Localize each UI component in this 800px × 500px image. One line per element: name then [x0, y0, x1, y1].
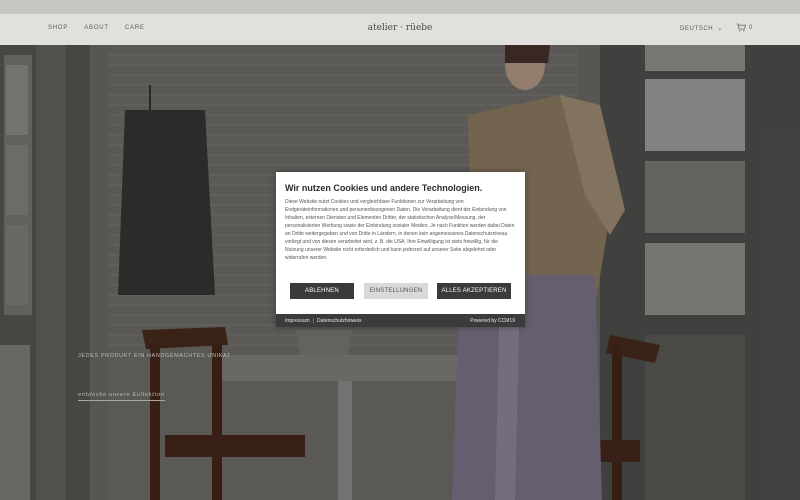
top-strip	[0, 0, 800, 14]
cart-icon	[736, 23, 746, 32]
collection-link[interactable]: entdecke unsere Kollektion	[78, 392, 165, 401]
language-label: DEUTSCH	[680, 26, 714, 32]
hero-tagline: JEDES PRODUKT EIN HANDGEMACHTES UNIKAT	[78, 353, 231, 359]
cookie-dialog-footer: Impressum | Datenschutzhinweis Powered by …	[276, 314, 525, 327]
cart-button[interactable]: 0	[736, 23, 752, 32]
decline-button[interactable]: ABLEHNEN	[290, 283, 354, 299]
settings-button[interactable]: EINSTELLUNGEN	[364, 283, 428, 299]
cookie-consent-dialog: Wir nutzen Cookies und andere Technologi…	[276, 172, 525, 327]
powered-by[interactable]: Powered by CCM19	[470, 318, 515, 324]
cookie-dialog-text: Diese Website nutzt Cookies und vergleic…	[285, 199, 515, 261]
accept-all-button[interactable]: ALLES AKZEPTIEREN	[437, 283, 511, 299]
link-separator: |	[312, 318, 315, 324]
chevron-down-icon: ⌄	[717, 26, 723, 32]
site-header: SHOP ABOUT CARE atelier · rüebe DEUTSCH ⌄…	[0, 14, 800, 46]
cart-count: 0	[749, 24, 753, 31]
privacy-link[interactable]: Datenschutzhinweis	[317, 318, 361, 324]
cookie-dialog-title: Wir nutzen Cookies und andere Technologi…	[285, 183, 483, 193]
imprint-link[interactable]: Impressum	[285, 318, 310, 324]
footer-links: Impressum | Datenschutzhinweis	[285, 318, 362, 324]
language-selector[interactable]: DEUTSCH ⌄	[680, 25, 723, 32]
